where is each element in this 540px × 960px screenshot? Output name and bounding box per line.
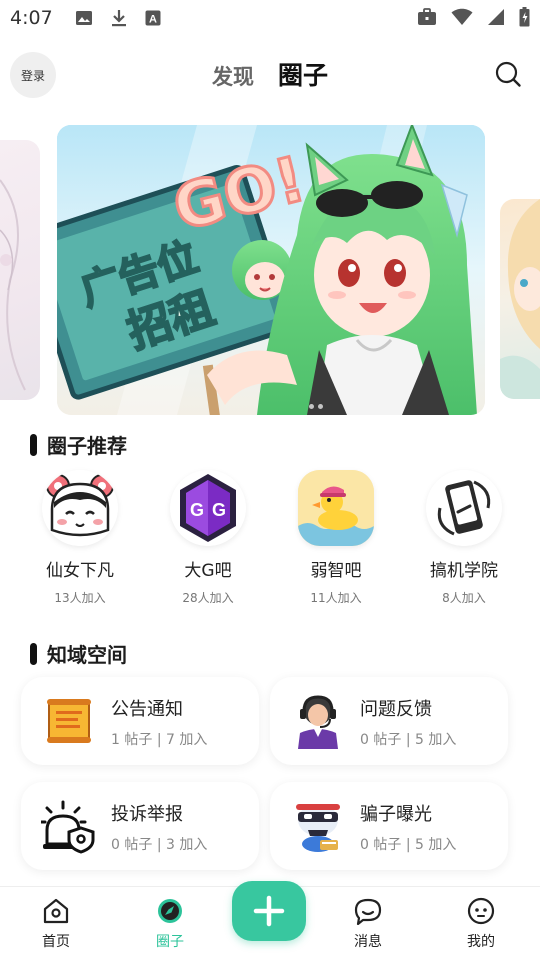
banner-dot <box>309 404 314 409</box>
zone-meta: 0 帖子 | 5 加入 <box>360 732 457 748</box>
nav-profile[interactable]: 我的 <box>441 897 521 951</box>
circle-item-tech[interactable]: 搞机学院 8人加入 <box>400 470 528 606</box>
gg-logo-icon: G G <box>170 470 246 546</box>
zone-title: 问题反馈 <box>360 699 432 720</box>
phone-icon <box>426 470 502 546</box>
circle-member-count: 11人加入 <box>310 591 362 605</box>
status-notification-icons: A <box>75 9 161 27</box>
banner-next-slide[interactable] <box>500 199 540 399</box>
circle-member-count: 8人加入 <box>442 591 486 605</box>
svg-text:G: G <box>190 500 204 520</box>
search-icon[interactable] <box>494 60 522 88</box>
home-icon <box>43 898 69 924</box>
nav-circles-label: 圈子 <box>156 934 184 950</box>
banner-prev-slide[interactable] <box>0 140 40 400</box>
zone-meta: 1 帖子 | 7 加入 <box>111 732 208 748</box>
status-bar: 4:07 A <box>0 0 540 36</box>
zone-meta: 0 帖子 | 3 加入 <box>111 837 208 853</box>
zone-card-report[interactable]: 投诉举报 0 帖子 | 3 加入 <box>21 782 259 870</box>
section-marker <box>30 433 37 456</box>
zone-card-announcement[interactable]: 公告通知 1 帖子 | 7 加入 <box>21 677 259 765</box>
circle-name: 大G吧 <box>184 561 232 581</box>
masked-robot-icon <box>296 804 340 852</box>
signal-icon <box>488 9 504 25</box>
section-marker <box>30 642 37 665</box>
nav-home-label: 首页 <box>42 934 70 950</box>
zone-card-scam[interactable]: 骗子曝光 0 帖子 | 5 加入 <box>270 782 508 870</box>
banner-carousel[interactable]: 广告位 招租 GO! <box>0 125 540 415</box>
nav-home[interactable]: 首页 <box>16 897 96 951</box>
download-icon <box>111 10 126 27</box>
nav-profile-label: 我的 <box>467 934 495 950</box>
battery-icon <box>519 7 530 27</box>
circle-name: 搞机学院 <box>430 561 498 581</box>
circle-name: 仙女下凡 <box>46 561 114 581</box>
tab-circles[interactable]: 圈子 <box>278 56 328 92</box>
fairy-avatar-icon <box>42 470 118 546</box>
top-header: 登录 发现 圈子 <box>0 50 540 100</box>
chat-icon <box>354 898 382 925</box>
banner-indicator <box>309 404 323 409</box>
top-tabs: 发现 圈子 <box>0 56 540 92</box>
nav-messages[interactable]: 消息 <box>328 897 408 951</box>
circle-item-silly[interactable]: 弱智吧 11人加入 <box>272 470 400 606</box>
zone-title: 骗子曝光 <box>360 804 432 825</box>
tab-discover[interactable]: 发现 <box>212 61 254 91</box>
circle-name: 弱智吧 <box>310 561 362 581</box>
nav-messages-label: 消息 <box>354 934 382 950</box>
image-icon <box>75 11 92 25</box>
recommended-circles: 仙女下凡 13人加入 G G 大G吧 28人加入 弱智吧 11人加入 搞机学院 … <box>0 470 540 606</box>
profile-face-icon <box>467 897 495 925</box>
support-agent-icon <box>298 695 338 749</box>
svg-text:A: A <box>149 14 157 26</box>
circle-item-gg[interactable]: G G 大G吧 28人加入 <box>144 470 272 606</box>
scroll-icon <box>47 699 91 743</box>
banner-dot <box>318 404 323 409</box>
briefcase-icon <box>418 8 436 25</box>
zone-title: 公告通知 <box>111 699 183 720</box>
plus-icon <box>253 895 285 927</box>
zone-title: 投诉举报 <box>111 804 183 825</box>
compass-icon <box>158 899 182 923</box>
circle-member-count: 13人加入 <box>54 591 106 605</box>
banner-slide-ad[interactable]: 广告位 招租 GO! <box>57 125 485 415</box>
zone-title-text: 知域空间 <box>47 643 127 667</box>
circle-item-fairy[interactable]: 仙女下凡 13人加入 <box>16 470 144 606</box>
zone-card-feedback[interactable]: 问题反馈 0 帖子 | 5 加入 <box>270 677 508 765</box>
recommend-title-text: 圈子推荐 <box>47 434 127 458</box>
create-post-button[interactable] <box>232 881 306 941</box>
status-time: 4:07 <box>10 7 53 29</box>
zone-meta: 0 帖子 | 5 加入 <box>360 837 457 853</box>
font-icon: A <box>145 10 161 26</box>
zone-section-title: 知域空间 <box>30 639 127 668</box>
status-system-icons <box>417 7 530 27</box>
duck-icon <box>298 470 374 546</box>
wifi-icon <box>451 8 473 25</box>
bottom-navigation: 首页 圈子 消息 我的 <box>0 881 540 960</box>
circle-member-count: 28人加入 <box>182 591 234 605</box>
svg-text:G: G <box>212 500 226 520</box>
nav-circles[interactable]: 圈子 <box>130 897 210 951</box>
recommend-section-title: 圈子推荐 <box>30 430 127 459</box>
alarm-shield-icon <box>41 800 95 854</box>
